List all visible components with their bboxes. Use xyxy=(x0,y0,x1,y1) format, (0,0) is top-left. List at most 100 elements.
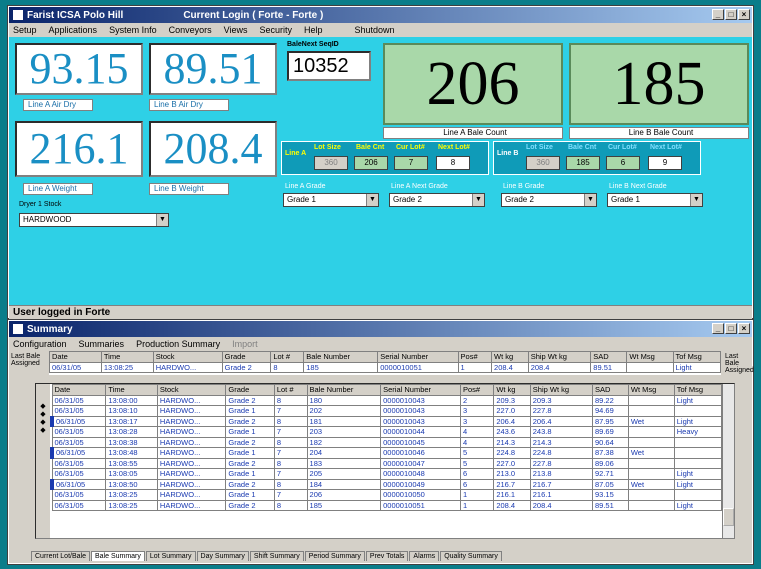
summary-tab[interactable]: Period Summary xyxy=(304,551,365,561)
menu-system-info[interactable]: System Info xyxy=(109,25,157,35)
table-row[interactable]: 06/31/05 13:08:50 HARDWO... Grade 2 8 184 0000… xyxy=(50,478,723,490)
menu-configuration[interactable]: Configuration xyxy=(13,339,67,349)
summary-window: Summary _ □ × Configuration Summaries Pr… xyxy=(7,319,754,565)
column-header[interactable]: Lot # xyxy=(270,351,305,363)
menu-summaries[interactable]: Summaries xyxy=(79,339,125,349)
column-header[interactable]: Grade xyxy=(225,384,275,396)
menu-setup[interactable]: Setup xyxy=(13,25,37,35)
table-row[interactable]: 06/31/05 13:08:25 HARDWO... Grade 1 7 206 0000… xyxy=(51,489,723,501)
menu-security[interactable]: Security xyxy=(259,25,292,35)
chevron-down-icon[interactable]: ▼ xyxy=(366,194,378,206)
line-a-next-grade-select[interactable]: Grade 2 ▼ xyxy=(389,193,485,207)
last-bale-row[interactable]: 06/31/05 13:08:25 HARDWO... Grade 2 8 185 0000… xyxy=(49,361,721,373)
menu-production-summary[interactable]: Production Summary xyxy=(136,339,220,349)
summary-tab[interactable]: Quality Summary xyxy=(440,551,502,561)
column-header[interactable]: Tof Msg xyxy=(672,351,721,363)
table-row[interactable]: 06/31/05 13:08:38 HARDWO... Grade 2 8 182 0000… xyxy=(51,436,723,448)
maximize-icon[interactable]: □ xyxy=(725,9,737,20)
chevron-down-icon[interactable]: ▼ xyxy=(690,194,702,206)
column-header[interactable]: Bale Number xyxy=(306,384,382,396)
bale-next-input[interactable]: 10352 xyxy=(287,51,371,81)
chevron-down-icon[interactable]: ▼ xyxy=(472,194,484,206)
column-header[interactable]: Time xyxy=(100,351,154,363)
menu-conveyors[interactable]: Conveyors xyxy=(169,25,212,35)
table-row[interactable]: 06/31/05 13:08:00 HARDWO... Grade 2 8 180 0000… xyxy=(51,394,723,406)
vertical-scrollbar[interactable] xyxy=(722,384,734,538)
window-title: Farist ICSA Polo Hill xyxy=(27,9,124,21)
line-b-nextlot[interactable]: 9 xyxy=(648,156,682,170)
menu-import[interactable]: Import xyxy=(232,339,258,349)
table-cell: 209.3 xyxy=(493,394,531,406)
column-header[interactable]: Pos# xyxy=(457,351,493,363)
column-header[interactable]: Lot # xyxy=(273,384,308,396)
last-bale-label-left: Last Bale Assigned xyxy=(11,353,41,367)
line-b-lotsize[interactable]: 360 xyxy=(526,156,560,170)
column-header[interactable]: Date xyxy=(51,384,107,396)
table-cell: 185 xyxy=(306,499,382,511)
summary-tab[interactable]: Prev Totals xyxy=(365,551,409,561)
column-header[interactable]: Wt kg xyxy=(493,384,531,396)
summary-tab[interactable]: Shift Summary xyxy=(249,551,304,561)
table-row[interactable]: 06/31/05 13:08:10 HARDWO... Grade 1 7 202 0000… xyxy=(51,405,723,417)
column-header[interactable]: Ship Wt kg xyxy=(529,384,594,396)
line-a-grade-select[interactable]: Grade 1 ▼ xyxy=(283,193,379,207)
table-cell xyxy=(627,405,675,417)
column-header[interactable]: Wt Msg xyxy=(626,351,674,363)
column-header[interactable]: Serial Number xyxy=(377,351,459,363)
column-header[interactable]: Time xyxy=(105,384,158,396)
column-header[interactable]: Wt kg xyxy=(491,351,529,363)
column-header[interactable]: Wt Msg xyxy=(627,384,675,396)
summary-tab[interactable]: Alarms xyxy=(409,551,440,561)
column-header[interactable]: Pos# xyxy=(459,384,495,396)
table-row[interactable]: 06/31/05 13:08:25 HARDWO... Grade 2 8 185 0000… xyxy=(51,499,723,511)
column-header[interactable]: SAD xyxy=(592,384,629,396)
minimize-icon[interactable]: _ xyxy=(712,323,724,334)
column-header[interactable]: Bale Number xyxy=(303,351,379,363)
column-header[interactable]: Stock xyxy=(156,384,227,396)
maximize-icon[interactable]: □ xyxy=(725,323,737,334)
summary-tab[interactable]: Lot Summary xyxy=(145,551,196,561)
close-icon[interactable]: × xyxy=(738,9,750,20)
table-row[interactable]: 06/31/05 13:08:55 HARDWO... Grade 2 8 183 0000… xyxy=(51,457,723,469)
table-cell: Grade 1 xyxy=(225,426,275,438)
summary-tab[interactable]: Day Summary xyxy=(196,551,249,561)
stock-select[interactable]: HARDWOOD ▼ xyxy=(19,213,169,227)
table-row[interactable]: 06/31/05 13:08:28 HARDWO... Grade 1 7 203 0000… xyxy=(51,426,723,438)
menu-views[interactable]: Views xyxy=(224,25,248,35)
minimize-icon[interactable]: _ xyxy=(712,9,724,20)
menu-applications[interactable]: Applications xyxy=(49,25,98,35)
line-a-nextlot[interactable]: 8 xyxy=(436,156,470,170)
chevron-down-icon[interactable]: ▼ xyxy=(584,194,596,206)
bale-summary-header-row: Date Time Stock Grade Lot # Bale Number Serial… xyxy=(51,384,723,396)
last-bale-table-wrap: Date Time Stock Grade Lot # Bale Number Serial… xyxy=(49,351,721,375)
menu-help[interactable]: Help xyxy=(304,25,323,35)
table-cell: 13:08:17 xyxy=(105,415,158,427)
line-b-grade-select[interactable]: Grade 2 ▼ xyxy=(501,193,597,207)
table-row[interactable]: 06/31/05 13:08:05 HARDWO... Grade 1 7 205 0000… xyxy=(51,468,723,480)
close-icon[interactable]: × xyxy=(738,323,750,334)
column-header[interactable]: Stock xyxy=(152,351,223,363)
table-cell: 7 xyxy=(273,405,308,417)
column-header[interactable]: Tof Msg xyxy=(673,384,723,396)
scroll-thumb[interactable] xyxy=(723,508,734,526)
menu-shutdown[interactable]: Shutdown xyxy=(355,25,395,35)
table-cell: Wet xyxy=(627,478,675,490)
table-row[interactable]: 06/31/05 13:08:17 HARDWO... Grade 2 8 181 0000… xyxy=(50,415,723,427)
column-header[interactable]: Serial Number xyxy=(380,384,461,396)
summary-tab[interactable]: Current Lot/Bale xyxy=(31,551,90,561)
table-cell: Light xyxy=(673,468,723,480)
summary-tab[interactable]: Bale Summary xyxy=(90,551,145,561)
column-header[interactable]: Date xyxy=(49,351,102,363)
line-b-next-grade-select[interactable]: Grade 1 ▼ xyxy=(607,193,703,207)
chevron-down-icon[interactable]: ▼ xyxy=(156,214,168,226)
table-cell: Wet xyxy=(627,447,675,459)
table-cell: 8 xyxy=(273,436,308,448)
column-header[interactable]: SAD xyxy=(590,351,628,363)
column-header[interactable]: Ship Wt kg xyxy=(527,351,592,363)
table-cell: 06/31/05 xyxy=(51,426,107,438)
column-header[interactable]: Grade xyxy=(221,351,272,363)
table-cell: Grade 2 xyxy=(225,394,275,406)
table-row[interactable]: 06/31/05 13:08:48 HARDWO... Grade 1 7 204 0000… xyxy=(50,447,723,459)
table-cell: 92.71 xyxy=(592,468,629,480)
line-a-lotsize[interactable]: 360 xyxy=(314,156,348,170)
